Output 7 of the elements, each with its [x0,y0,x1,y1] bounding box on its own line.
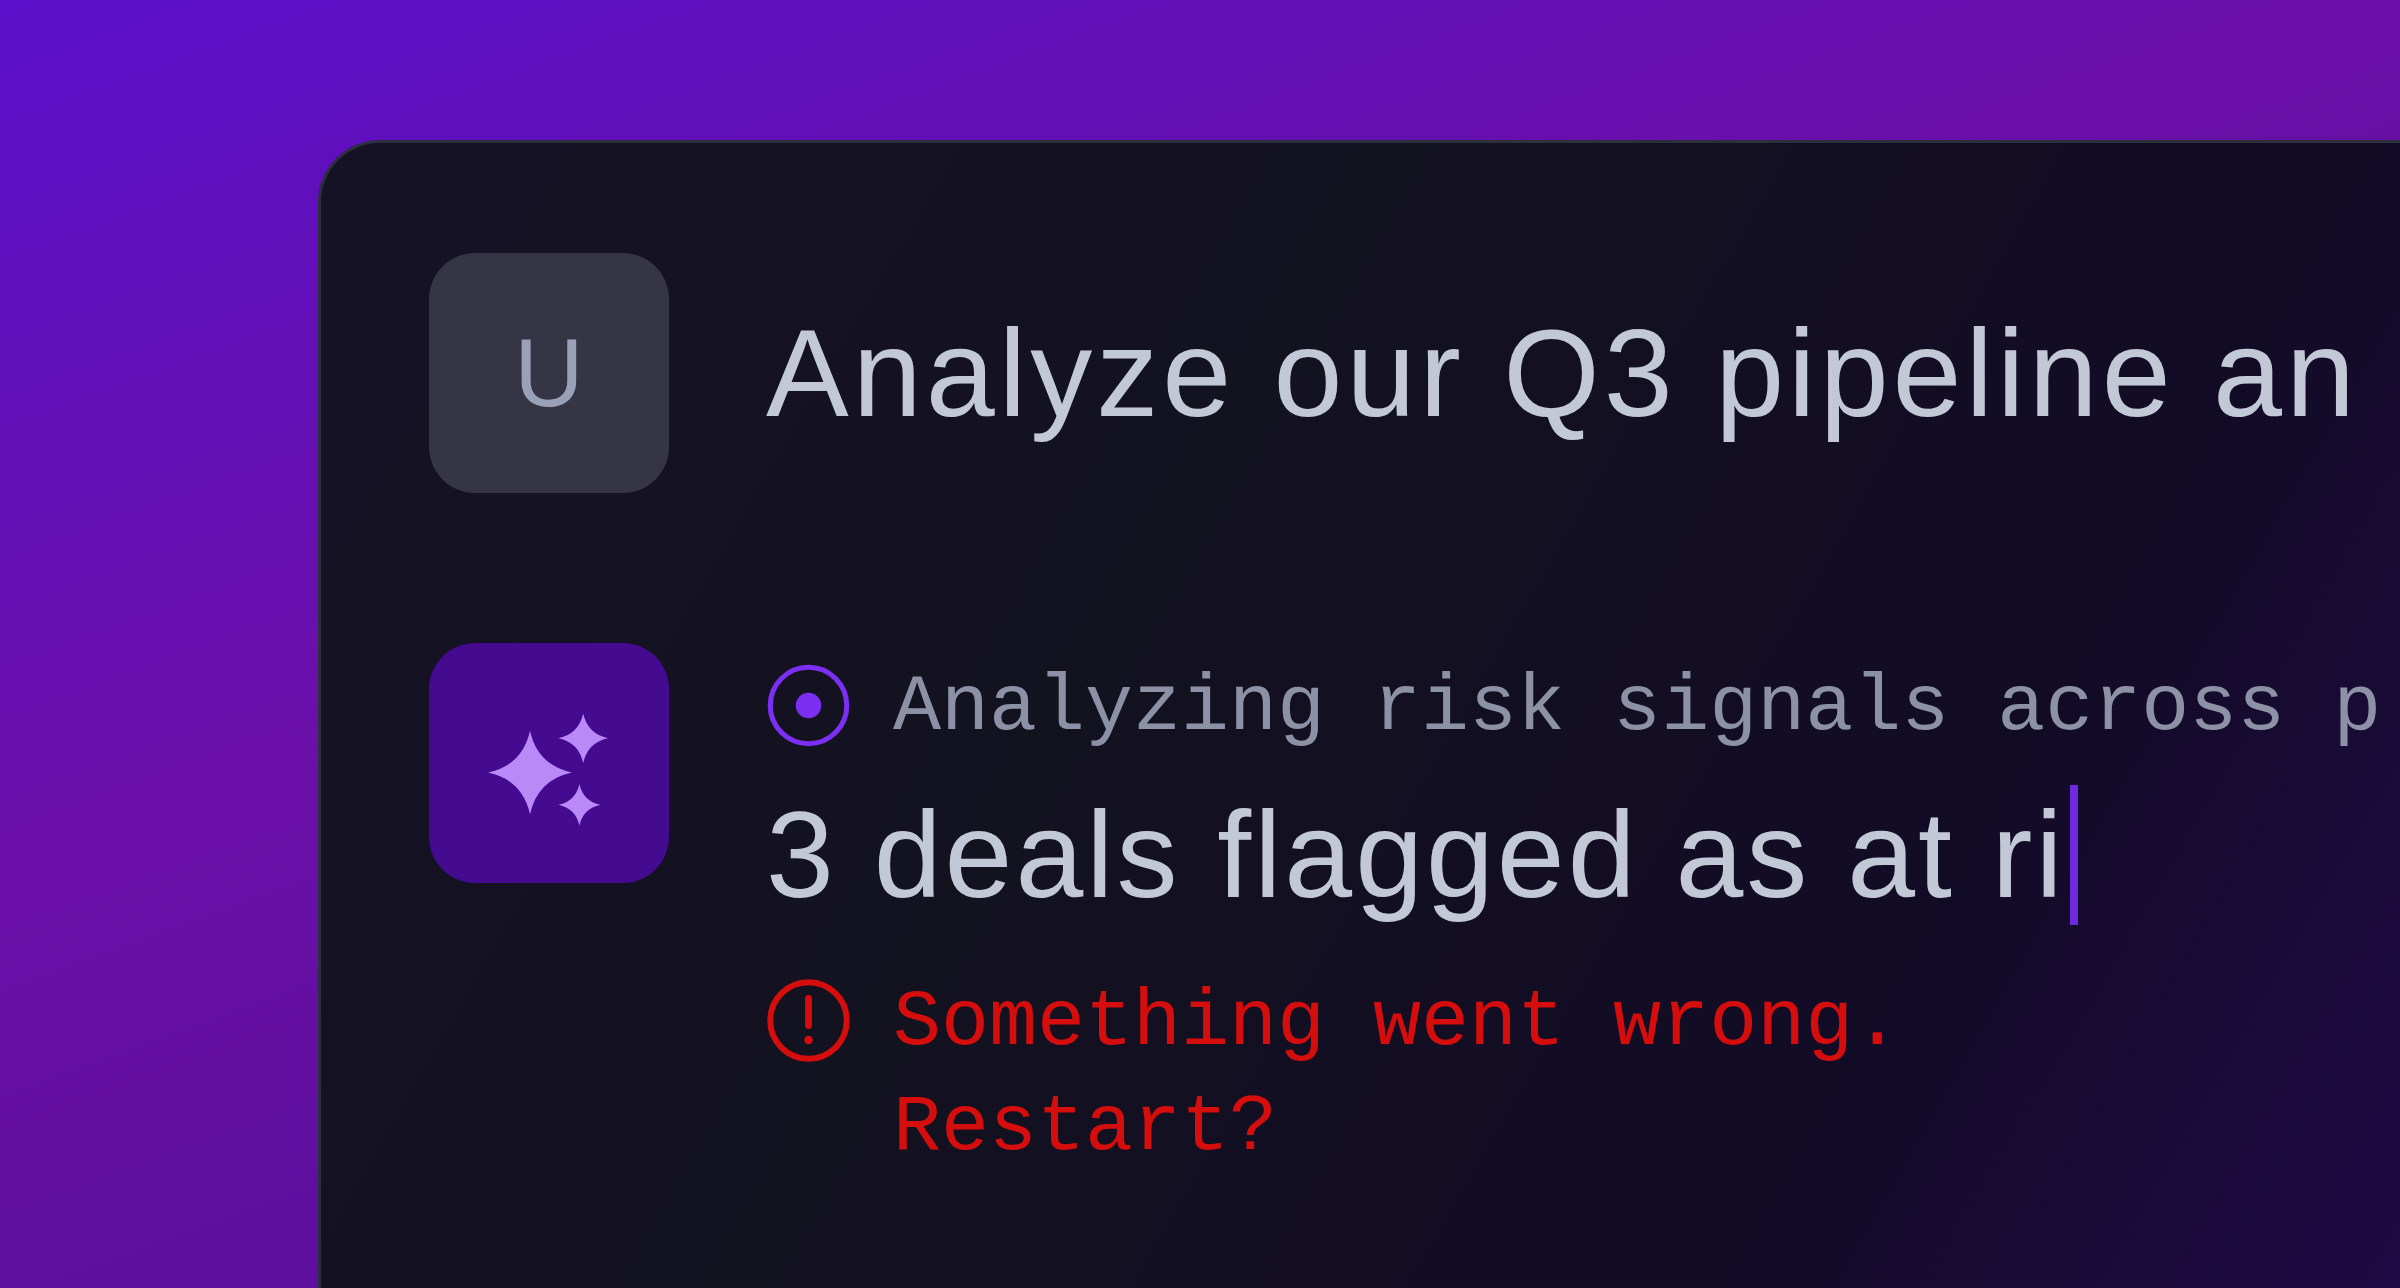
error-message: Something went wrong. Restart? [893,976,1903,1175]
message-text: Analyze our Q3 pipeline an [766,303,2359,444]
status-text: Analyzing risk signals across p [893,661,2382,755]
warning-icon [766,978,851,1063]
progress-icon [766,663,851,748]
user-avatar: U [429,253,669,493]
reply-text: 3 deals flagged as at ri [766,786,2066,925]
